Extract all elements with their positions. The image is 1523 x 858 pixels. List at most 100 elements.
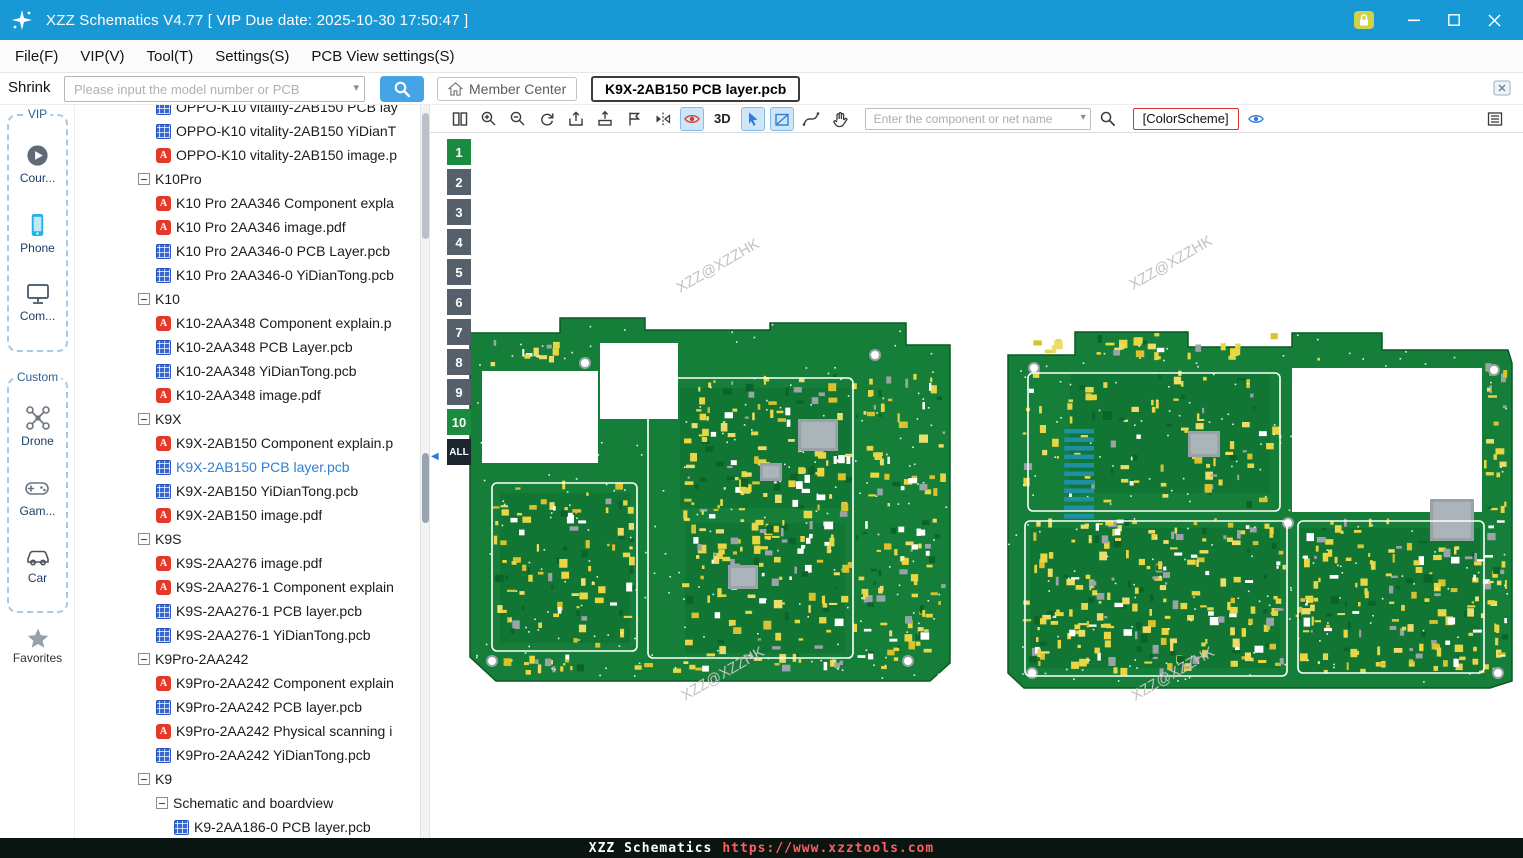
menu-tool[interactable]: Tool(T): [136, 40, 205, 72]
tree-file-row[interactable]: K9X-2AB150 PCB layer.pcb: [75, 455, 420, 479]
tree-file-row[interactable]: A K10 Pro 2AA346 Component expla: [75, 191, 420, 215]
layer-button-3[interactable]: 3: [447, 199, 471, 225]
layer-button-10[interactable]: 10: [447, 409, 471, 435]
close-panel-icon[interactable]: [1493, 80, 1511, 96]
tree-file-row[interactable]: OPPO-K10 vitality-2AB150 YiDianT: [75, 119, 420, 143]
tree-file-row[interactable]: A K9S-2AA276 image.pdf: [75, 551, 420, 575]
splitter-handle[interactable]: [422, 453, 429, 523]
tree-file-row[interactable]: K10-2AA348 YiDianTong.pcb: [75, 359, 420, 383]
sidebar-item-game[interactable]: Gam...: [19, 475, 56, 518]
tree-file-row[interactable]: K10 Pro 2AA346-0 YiDianTong.pcb: [75, 263, 420, 287]
sidebar-item-computer[interactable]: Com...: [20, 282, 55, 323]
layer-button-all[interactable]: ALL: [447, 439, 471, 465]
pan-hand-button[interactable]: [828, 107, 852, 131]
menu-file[interactable]: File(F): [4, 40, 69, 72]
layer-button-1[interactable]: 1: [447, 139, 471, 165]
tab-member-center[interactable]: Member Center: [437, 77, 578, 101]
layer-list-button[interactable]: [1483, 107, 1507, 131]
net-search-input[interactable]: [864, 107, 1091, 130]
pcb-canvas-area[interactable]: 1 2 3 4 5 6 7 8 9 10 ALL ◀ XZZ@XZZHK XZZ…: [430, 133, 1523, 838]
maximize-button[interactable]: [1439, 6, 1469, 34]
tree-group-row[interactable]: K9X: [75, 407, 420, 431]
tree-file-row[interactable]: K9Pro-2AA242 PCB layer.pcb: [75, 695, 420, 719]
sidebar-item-phone[interactable]: Phone: [20, 212, 55, 255]
tree-file-row[interactable]: A K9S-2AA276-1 Component explain: [75, 575, 420, 599]
zoom-in-button[interactable]: [477, 107, 501, 131]
curve-tool-button[interactable]: [799, 107, 823, 131]
tree-file-row[interactable]: A K9X-2AB150 Component explain.p: [75, 431, 420, 455]
tree-file-row[interactable]: A K10 Pro 2AA346 image.pdf: [75, 215, 420, 239]
tree-file-row[interactable]: A K9X-2AB150 image.pdf: [75, 503, 420, 527]
measure-box-button[interactable]: [769, 106, 794, 131]
sidebar-item-course[interactable]: Cour...: [20, 143, 55, 185]
tree-file-row[interactable]: A K10-2AA348 image.pdf: [75, 383, 420, 407]
tab-active-document[interactable]: K9X-2AB150 PCB layer.pcb: [591, 76, 801, 102]
visibility-eye-button[interactable]: [1244, 107, 1268, 131]
split-view-button[interactable]: [448, 107, 472, 131]
tree-file-row[interactable]: K10-2AA348 PCB Layer.pcb: [75, 335, 420, 359]
collapse-minus-icon[interactable]: [156, 797, 168, 809]
pdf-file-icon: A: [156, 723, 171, 739]
menu-pcb-view-settings[interactable]: PCB View settings(S): [300, 40, 465, 72]
collapse-minus-icon[interactable]: [138, 413, 150, 425]
minimize-button[interactable]: [1399, 6, 1429, 34]
scrollbar-thumb[interactable]: [422, 113, 429, 239]
sidebar-item-favorites[interactable]: Favorites: [0, 627, 75, 665]
shrink-button[interactable]: Shrink: [8, 79, 51, 96]
collapse-minus-icon[interactable]: [138, 773, 150, 785]
collapse-minus-icon[interactable]: [138, 293, 150, 305]
model-search-button[interactable]: [380, 76, 424, 102]
tree-group-row[interactable]: K9Pro-2AA242: [75, 647, 420, 671]
tree-file-row[interactable]: K9S-2AA276-1 PCB layer.pcb: [75, 599, 420, 623]
tree-file-row[interactable]: A K9Pro-2AA242 Physical scanning i: [75, 719, 420, 743]
tree-group-row[interactable]: K9S: [75, 527, 420, 551]
layer-button-5[interactable]: 5: [447, 259, 471, 285]
tree-file-row[interactable]: K9S-2AA276-1 YiDianTong.pcb: [75, 623, 420, 647]
colorscheme-button[interactable]: [ColorScheme]: [1132, 107, 1239, 130]
menu-vip[interactable]: VIP(V): [69, 40, 135, 72]
tree-file-row[interactable]: K9-2AA186-0 PCB layer.pcb: [75, 815, 420, 838]
tree-file-row[interactable]: OPPO-K10 vitality-2AB150 PCB lay: [75, 105, 420, 119]
tree-group-row[interactable]: K9: [75, 767, 420, 791]
tree-file-row[interactable]: A K10-2AA348 Component explain.p: [75, 311, 420, 335]
collapse-minus-icon[interactable]: [138, 533, 150, 545]
net-search-button[interactable]: [1096, 107, 1120, 131]
3d-view-button[interactable]: 3D: [709, 107, 736, 131]
vip-lock-icon[interactable]: [1353, 10, 1375, 30]
tree-file-row[interactable]: K9Pro-2AA242 YiDianTong.pcb: [75, 743, 420, 767]
hide-component-button[interactable]: [680, 106, 704, 131]
tree-group-row[interactable]: K10Pro: [75, 167, 420, 191]
menubar: File(F) VIP(V) Tool(T) Settings(S) PCB V…: [0, 40, 1523, 73]
refresh-view-button[interactable]: [535, 107, 559, 131]
collapse-minus-icon[interactable]: [138, 173, 150, 185]
layer-button-6[interactable]: 6: [447, 289, 471, 315]
layer-button-7[interactable]: 7: [447, 319, 471, 345]
layer-button-9[interactable]: 9: [447, 379, 471, 405]
sidebar-item-car[interactable]: Car: [25, 544, 51, 585]
menu-settings[interactable]: Settings(S): [204, 40, 300, 72]
tree-group-row[interactable]: Schematic and boardview: [75, 791, 420, 815]
flip-horizontal-button[interactable]: [651, 107, 675, 131]
layer-button-2[interactable]: 2: [447, 169, 471, 195]
close-button[interactable]: [1479, 6, 1509, 34]
custom-group-label: Custom: [13, 370, 62, 384]
sidebar-item-drone[interactable]: Drone: [21, 405, 54, 448]
tree-file-row[interactable]: K9X-2AB150 YiDianTong.pcb: [75, 479, 420, 503]
tree-group-row[interactable]: K10: [75, 287, 420, 311]
tree-scrollbar[interactable]: [420, 105, 430, 838]
layer-button-4[interactable]: 4: [447, 229, 471, 255]
zoom-out-button[interactable]: [506, 107, 530, 131]
flag-marker-button[interactable]: [622, 107, 646, 131]
tree-file-row[interactable]: A OPPO-K10 vitality-2AB150 image.p: [75, 143, 420, 167]
tree-file-row[interactable]: A K9Pro-2AA242 Component explain: [75, 671, 420, 695]
model-search-input[interactable]: [64, 76, 365, 102]
layer-button-8[interactable]: 8: [447, 349, 471, 375]
collapse-minus-icon[interactable]: [138, 653, 150, 665]
pcb-board-view[interactable]: XZZ@XZZHK XZZ@XZZHK XZZ@XZZHK XZZ@XZZHK: [430, 133, 1523, 838]
app-window: { "titlebar": { "title": "XZZ Schematics…: [0, 0, 1523, 858]
collapse-panel-arrow-icon[interactable]: ◀: [431, 451, 439, 462]
export-board-button[interactable]: [593, 107, 617, 131]
select-arrow-button[interactable]: [740, 106, 765, 131]
tree-file-row[interactable]: K10 Pro 2AA346-0 PCB Layer.pcb: [75, 239, 420, 263]
export-image-button[interactable]: [564, 107, 588, 131]
